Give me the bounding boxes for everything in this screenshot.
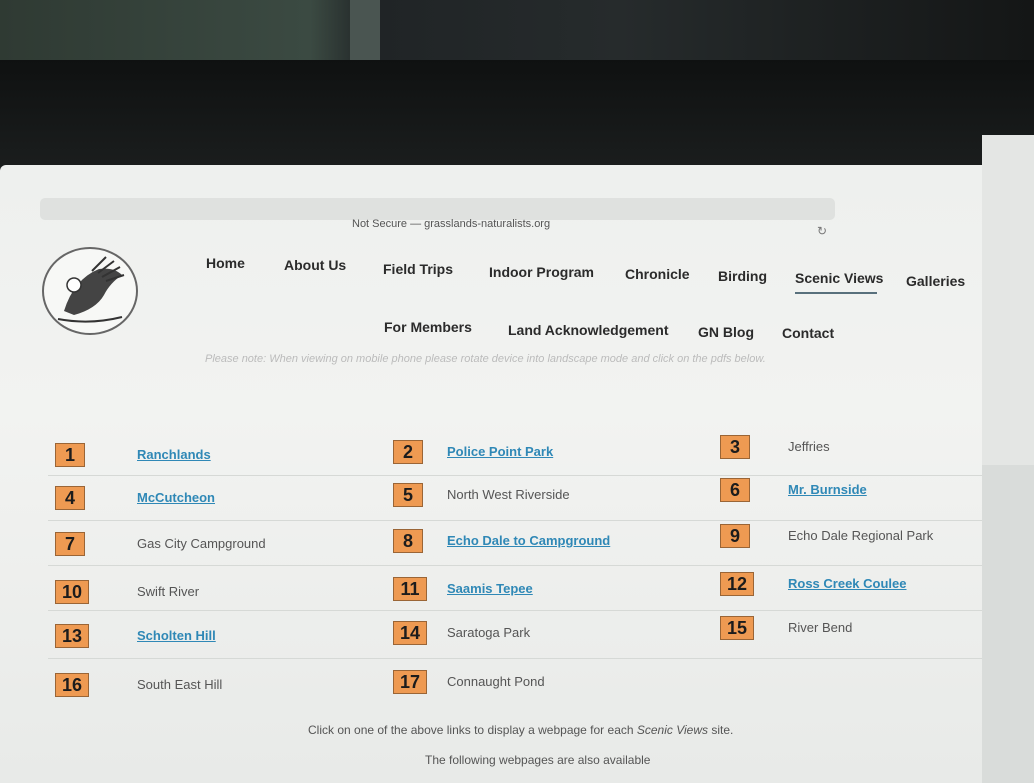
mobile-note: Please note: When viewing on mobile phon… xyxy=(205,353,766,365)
address-bar-url: Not Secure — grasslands-naturalists.org xyxy=(352,218,551,230)
address-bar[interactable] xyxy=(40,198,835,220)
table-row-divider xyxy=(48,475,982,476)
site-link[interactable]: Saamis Tepee xyxy=(447,581,533,596)
table-row-divider xyxy=(48,565,982,566)
nav-about-us[interactable]: About Us xyxy=(284,257,346,273)
nav-birding[interactable]: Birding xyxy=(718,268,767,284)
nav-galleries[interactable]: Galleries xyxy=(906,273,965,289)
site-name: Jeffries xyxy=(788,439,830,454)
site-link[interactable]: McCutcheon xyxy=(137,490,215,505)
site-link[interactable]: Ranchlands xyxy=(137,447,211,462)
monitor-bezel xyxy=(0,60,1034,180)
nav-gn-blog[interactable]: GN Blog xyxy=(698,324,754,340)
site-number-badge: 12 xyxy=(720,572,754,596)
footer-instructions-text: Click on one of the above links to displ… xyxy=(308,723,637,737)
nav-land-acknowledgement[interactable]: Land Acknowledgement xyxy=(508,322,669,338)
table-row-divider xyxy=(48,610,982,611)
adjacent-window xyxy=(982,135,1034,465)
site-number-badge: 17 xyxy=(393,670,427,694)
site-link[interactable]: Ross Creek Coulee xyxy=(788,576,907,591)
site-logo[interactable] xyxy=(42,247,138,335)
site-link[interactable]: Police Point Park xyxy=(447,444,553,459)
nav-indoor-program[interactable]: Indoor Program xyxy=(489,264,594,280)
table-row-divider xyxy=(48,658,982,659)
site-name: River Bend xyxy=(788,620,853,635)
site-link[interactable]: Echo Dale to Campground xyxy=(447,533,610,548)
site-name: Connaught Pond xyxy=(447,674,545,689)
nav-home[interactable]: Home xyxy=(206,255,245,271)
nav-scenic-views[interactable]: Scenic Views xyxy=(795,270,883,286)
site-number-badge: 15 xyxy=(720,616,754,640)
site-name: Gas City Campground xyxy=(137,536,266,551)
nav-contact[interactable]: Contact xyxy=(782,325,834,341)
site-number-badge: 16 xyxy=(55,673,89,697)
site-name: North West Riverside xyxy=(447,487,570,502)
site-name: Saratoga Park xyxy=(447,625,531,640)
site-number-badge: 3 xyxy=(720,435,750,459)
photo-background xyxy=(0,0,1034,60)
site-link[interactable]: Mr. Burnside xyxy=(788,482,867,497)
adjacent-window-lower xyxy=(982,465,1034,783)
site-number-badge: 14 xyxy=(393,621,427,645)
site-number-badge: 7 xyxy=(55,532,85,556)
site-number-badge: 11 xyxy=(393,577,427,601)
site-link[interactable]: Scholten Hill xyxy=(137,628,216,643)
site-number-badge: 6 xyxy=(720,478,750,502)
site-number-badge: 2 xyxy=(393,440,423,464)
nav-field-trips[interactable]: Field Trips xyxy=(383,261,453,277)
site-name: Echo Dale Regional Park xyxy=(788,528,934,543)
photo-window xyxy=(350,0,380,60)
site-number-badge: 4 xyxy=(55,486,85,510)
active-nav-underline xyxy=(795,292,877,294)
footer-instructions-emphasis: Scenic Views xyxy=(636,723,709,737)
footer-also-available: The following webpages are also availabl… xyxy=(425,753,651,767)
site-number-badge: 8 xyxy=(393,529,423,553)
table-row-divider xyxy=(48,520,982,521)
site-number-badge: 10 xyxy=(55,580,89,604)
footer-instructions-end: site. xyxy=(708,723,734,737)
site-number-badge: 5 xyxy=(393,483,423,507)
reload-icon[interactable]: ↻ xyxy=(817,224,827,238)
nav-chronicle[interactable]: Chronicle xyxy=(625,266,690,282)
site-name: South East Hill xyxy=(137,677,223,692)
nav-for-members[interactable]: For Members xyxy=(384,319,472,335)
site-name: Swift River xyxy=(137,584,200,599)
site-number-badge: 1 xyxy=(55,443,85,467)
footer-instructions: Click on one of the above links to displ… xyxy=(308,723,733,737)
site-number-badge: 9 xyxy=(720,524,750,548)
site-number-badge: 13 xyxy=(55,624,89,648)
